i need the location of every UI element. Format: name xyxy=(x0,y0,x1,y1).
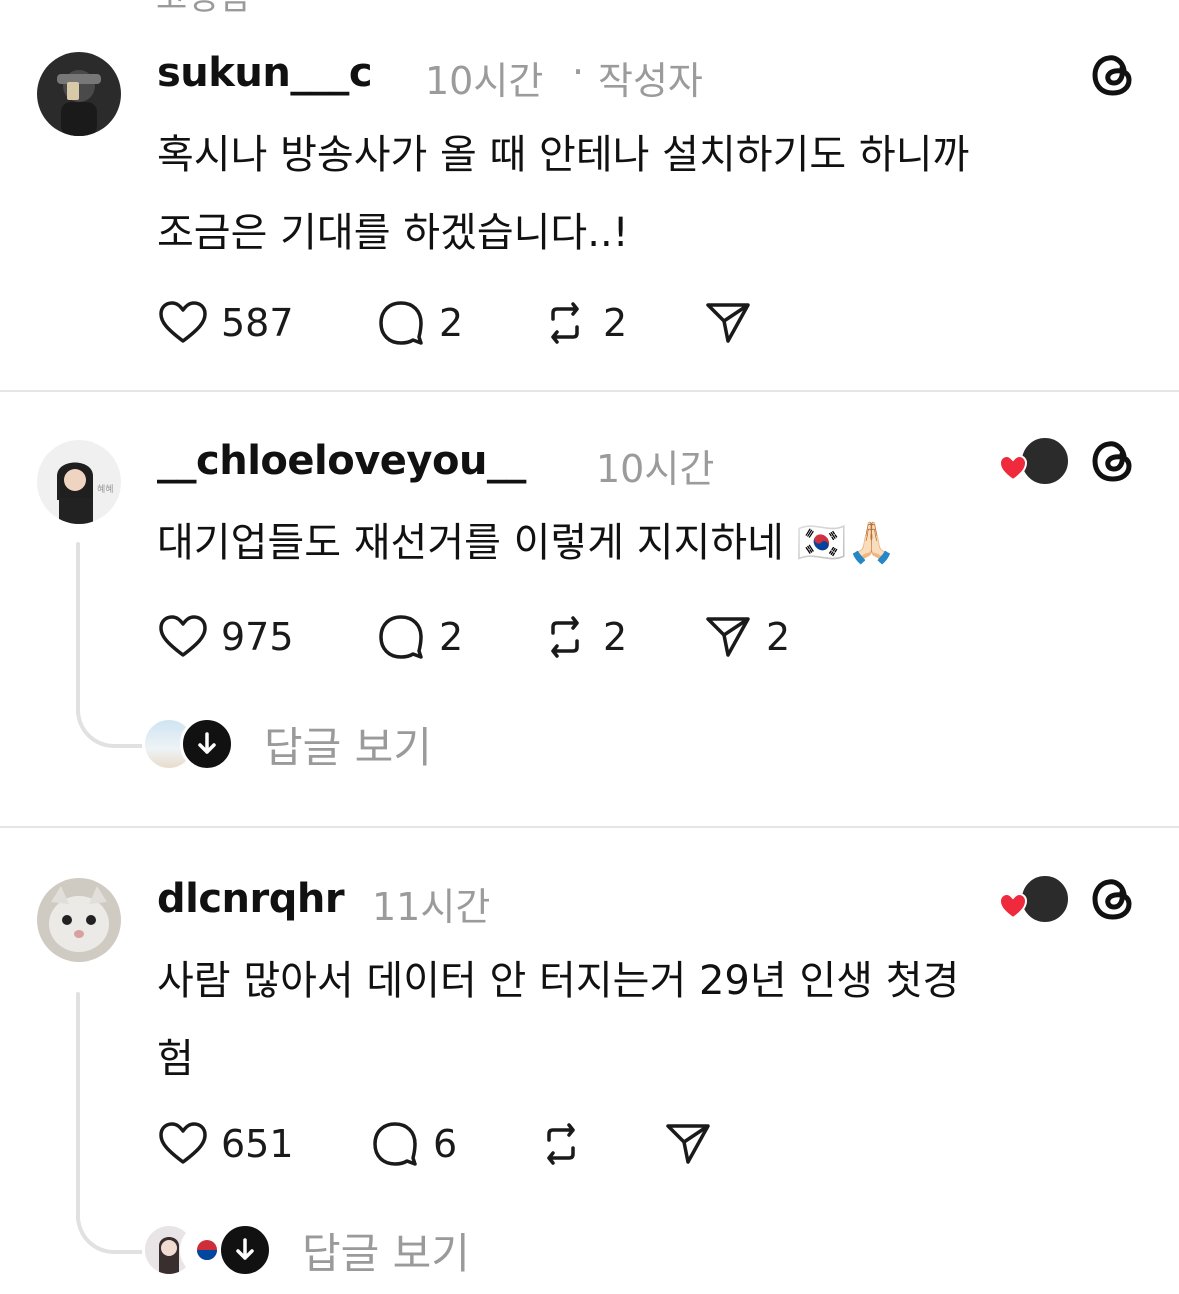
arrow-down-icon xyxy=(218,1223,272,1277)
like-count: 651 xyxy=(221,1122,294,1166)
heart-icon xyxy=(159,1122,207,1164)
post-text: 사람 많아서 데이터 안 터지는거 29년 인생 첫경 험 xyxy=(157,942,1137,1098)
heart-icon xyxy=(998,454,1028,482)
arrow-down-icon xyxy=(180,717,234,771)
post-line: 험 xyxy=(157,1036,194,1082)
like-button[interactable]: 587 xyxy=(157,293,294,353)
post-sukun: sukun___c 10시간 · 작성자 혹시나 방송사가 올 때 안테나 설치… xyxy=(0,0,1179,392)
repost-button[interactable]: 2 xyxy=(539,607,627,667)
reply-button[interactable]: 6 xyxy=(369,1114,457,1174)
username[interactable]: sukun___c xyxy=(157,50,373,96)
share-icon xyxy=(706,617,750,657)
post-time: 10시간 xyxy=(425,59,544,103)
avatar[interactable]: 혜혜 xyxy=(37,440,121,524)
threads-logo-icon[interactable] xyxy=(1089,436,1139,486)
author-liked-indicator xyxy=(998,874,1070,930)
repost-count: 2 xyxy=(603,301,628,345)
post-time: 10시간 xyxy=(596,447,715,491)
repost-button[interactable]: 2 xyxy=(539,293,627,353)
like-button[interactable]: 651 xyxy=(157,1114,294,1174)
post-line: 혹시나 방송사가 올 때 안테나 설치하기도 하니까 xyxy=(157,132,970,178)
thread-line xyxy=(76,992,80,1222)
repost-icon xyxy=(547,1123,575,1165)
reply-count: 2 xyxy=(439,615,464,659)
post-time: 11시간 xyxy=(372,885,491,929)
view-replies-label: 답글 보기 xyxy=(264,722,432,772)
reply-button[interactable]: 2 xyxy=(375,293,463,353)
share-button[interactable] xyxy=(662,1114,714,1174)
username[interactable]: dlcnrqhr xyxy=(157,876,345,922)
reply-count: 6 xyxy=(433,1122,458,1166)
comment-icon xyxy=(379,615,423,659)
heart-icon xyxy=(998,892,1028,920)
post-dlcnrqhr: dlcnrqhr 11시간 사람 많아서 데이터 안 터지는거 29년 인생 첫… xyxy=(0,828,1179,1294)
thread-line xyxy=(76,542,80,708)
share-count: 2 xyxy=(766,615,791,659)
post-line: 조금은 기대를 하겠습니다..! xyxy=(157,210,629,256)
thread-curve xyxy=(76,1210,150,1254)
repost-count: 2 xyxy=(603,615,628,659)
comment-icon xyxy=(379,301,423,345)
heart-icon xyxy=(159,301,207,343)
like-count: 975 xyxy=(221,615,294,659)
reply-count: 2 xyxy=(439,301,464,345)
username[interactable]: __chloeloveyou__ xyxy=(157,438,526,484)
meta-separator: · xyxy=(572,50,585,94)
action-bar: 975 2 2 2 xyxy=(157,607,957,667)
threads-logo-icon[interactable] xyxy=(1089,874,1139,924)
share-button[interactable]: 2 xyxy=(702,607,790,667)
action-bar: 651 6 xyxy=(157,1114,957,1174)
share-icon xyxy=(706,303,750,343)
view-replies-button[interactable]: 답글 보기 xyxy=(142,716,432,772)
action-bar: 587 2 2 xyxy=(157,293,957,353)
heart-icon xyxy=(159,615,207,657)
avatar[interactable] xyxy=(37,878,121,962)
svg-text:혜혜: 혜혜 xyxy=(97,483,114,495)
post-line: 대기업들도 재선거를 이렇게 지지하네 🇰🇷🙏🏻 xyxy=(157,520,897,566)
post-chloe: 혜혜 __chloeloveyou__ 10시간 대기업들도 재선거를 이렇게 … xyxy=(0,392,1179,828)
repost-icon xyxy=(551,616,579,658)
repost-button[interactable] xyxy=(535,1114,587,1174)
comment-icon xyxy=(373,1122,417,1166)
post-line: 사람 많아서 데이터 안 터지는거 29년 인생 첫경 xyxy=(157,958,960,1004)
repost-icon xyxy=(551,302,579,344)
post-text: 혹시나 방송사가 올 때 안테나 설치하기도 하니까 조금은 기대를 하겠습니다… xyxy=(157,116,1137,272)
share-button[interactable] xyxy=(702,293,754,353)
thread-curve xyxy=(76,704,150,748)
author-tag: 작성자 xyxy=(598,59,703,103)
avatar[interactable] xyxy=(37,52,121,136)
reply-button[interactable]: 2 xyxy=(375,607,463,667)
post-text: 대기업들도 재선거를 이렇게 지지하네 🇰🇷🙏🏻 xyxy=(157,504,1137,582)
threads-logo-icon[interactable] xyxy=(1089,50,1139,100)
view-replies-button[interactable]: 답글 보기 xyxy=(142,1222,470,1278)
like-button[interactable]: 975 xyxy=(157,607,294,667)
like-count: 587 xyxy=(221,301,294,345)
author-liked-indicator xyxy=(998,436,1070,492)
view-replies-label: 답글 보기 xyxy=(302,1228,470,1278)
share-icon xyxy=(666,1124,710,1164)
